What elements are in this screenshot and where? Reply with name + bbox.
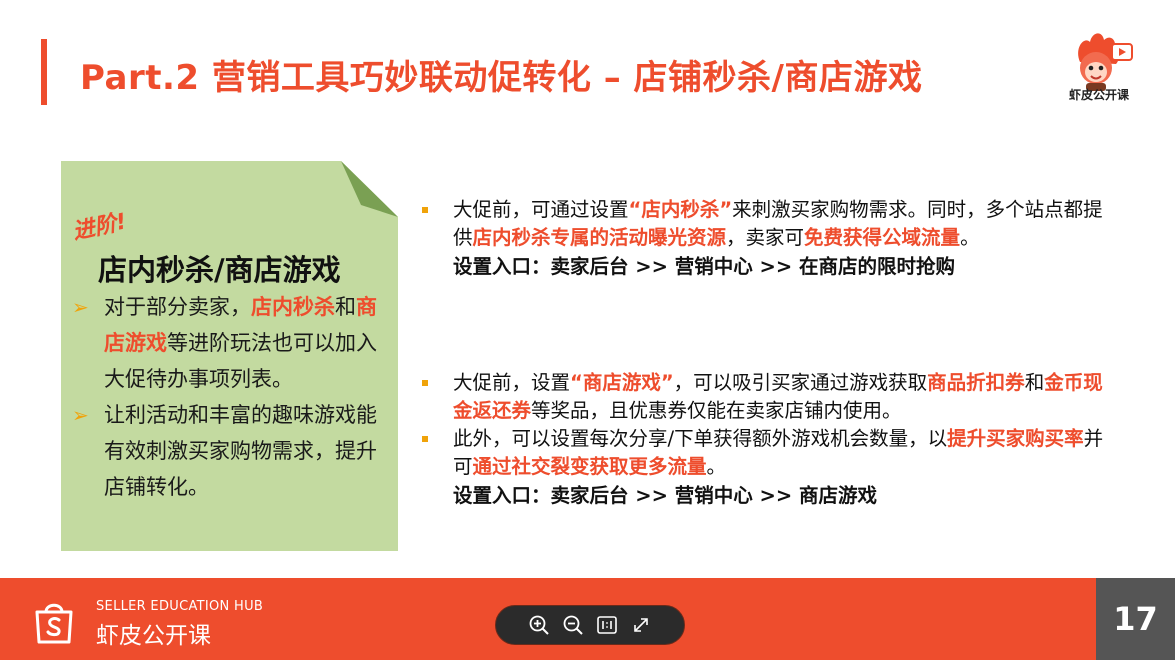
fullscreen-icon <box>634 618 648 632</box>
viewer-controls <box>495 605 685 645</box>
page-title: Part.2 营销工具巧妙联动促转化 – 店铺秒杀/商店游戏 <box>80 58 923 98</box>
body-text: 对于部分卖家， <box>104 295 251 319</box>
highlight-text: 免费获得公域流量 <box>804 226 961 249</box>
shopee-bag-icon <box>35 603 73 644</box>
highlight-text: “商店游戏” <box>570 371 674 394</box>
highlight-text: 店内秒杀专属的活动曝光资源 <box>472 226 727 249</box>
zoom-in-button[interactable] <box>528 614 550 636</box>
body-text: 和 <box>1024 371 1045 394</box>
square-bullet-icon <box>422 436 428 442</box>
actual-size-button[interactable] <box>596 614 618 636</box>
zoom-out-icon <box>563 615 583 635</box>
shop-game-entry-path: 设置入口：卖家后台 >> 营销中心 >> 商店游戏 <box>453 484 878 507</box>
page-number-box: 17 <box>1096 578 1175 660</box>
note-heading: 店内秒杀/商店游戏 <box>98 253 341 287</box>
shop-game-section: 大促前，设置“商店游戏”，可以吸引买家通过游戏获取商品折扣券和金币现金返还券等奖… <box>420 369 1110 511</box>
highlight-text: 提升买家购买率 <box>947 427 1084 450</box>
arrow-bullet-icon: ➢ <box>72 295 89 319</box>
highlight-text: 商品折扣券 <box>927 371 1025 394</box>
bullet-item: 大促前，可通过设置“店内秒杀”来刺激买家购物需求。同时，多个站点都提供店内秒杀专… <box>420 196 1110 252</box>
note-bullet-item: ➢ 对于部分卖家，店内秒杀和商店游戏等进阶玩法也可以加入大促待办事项列表。 <box>72 289 392 397</box>
flash-sale-section: 大促前，可通过设置“店内秒杀”来刺激买家购物需求。同时，多个站点都提供店内秒杀专… <box>420 196 1110 282</box>
highlight-text: 店内秒杀 <box>251 295 335 319</box>
title-accent-bar <box>41 39 47 105</box>
flash-sale-bullets: 大促前，可通过设置“店内秒杀”来刺激买家购物需求。同时，多个站点都提供店内秒杀专… <box>420 196 1110 252</box>
bullet-item: 大促前，设置“商店游戏”，可以吸引买家通过游戏获取商品折扣券和金币现金返还券等奖… <box>420 369 1110 425</box>
note-bullet-item: ➢ 让利活动和丰富的趣味游戏能有效刺激买家购物需求，提升店铺转化。 <box>72 397 392 505</box>
body-text: 等奖品，且优惠券仅能在卖家店铺内使用。 <box>531 399 902 422</box>
body-text: ，卖家可 <box>726 226 805 249</box>
shop-game-bullets: 大促前，设置“商店游戏”，可以吸引买家通过游戏获取商品折扣券和金币现金返还券等奖… <box>420 369 1110 481</box>
body-text: 此外，可以设置每次分享/下单获得额外游戏机会数量，以 <box>453 427 948 450</box>
body-text: 。 <box>706 455 727 478</box>
actual-size-icon <box>597 616 617 634</box>
footer-brand: 虾皮公开课 <box>96 623 211 649</box>
page-number: 17 <box>1113 600 1158 638</box>
square-bullet-icon <box>422 207 428 213</box>
body-text: 和 <box>335 295 356 319</box>
body-text: 让利活动和丰富的趣味游戏能有效刺激买家购物需求，提升店铺转化。 <box>104 403 377 499</box>
highlight-text: 通过社交裂变获取更多流量 <box>472 455 707 478</box>
square-bullet-icon <box>422 380 428 386</box>
bullet-item: 此外，可以设置每次分享/下单获得额外游戏机会数量，以提升买家购买率并可通过社交裂… <box>420 425 1110 481</box>
note-bullet-list: ➢ 对于部分卖家，店内秒杀和商店游戏等进阶玩法也可以加入大促待办事项列表。 ➢ 让利活… <box>72 289 392 505</box>
body-text: 大促前，设置 <box>453 371 571 394</box>
arrow-bullet-icon: ➢ <box>72 403 89 427</box>
zoom-out-button[interactable] <box>562 614 584 636</box>
footer-subtitle: SELLER EDUCATION HUB <box>96 599 264 614</box>
body-text: ，可以吸引买家通过游戏获取 <box>673 371 928 394</box>
flash-sale-entry-path: 设置入口：卖家后台 >> 营销中心 >> 在商店的限时抢购 <box>453 255 956 278</box>
body-text: 大促前，可通过设置 <box>453 198 629 221</box>
logo-caption: 虾皮公开课 <box>1068 88 1129 102</box>
zoom-in-icon <box>529 615 549 635</box>
fullscreen-button[interactable] <box>630 614 652 636</box>
body-text: 。 <box>960 226 980 249</box>
highlight-text: “店内秒杀” <box>628 198 733 221</box>
